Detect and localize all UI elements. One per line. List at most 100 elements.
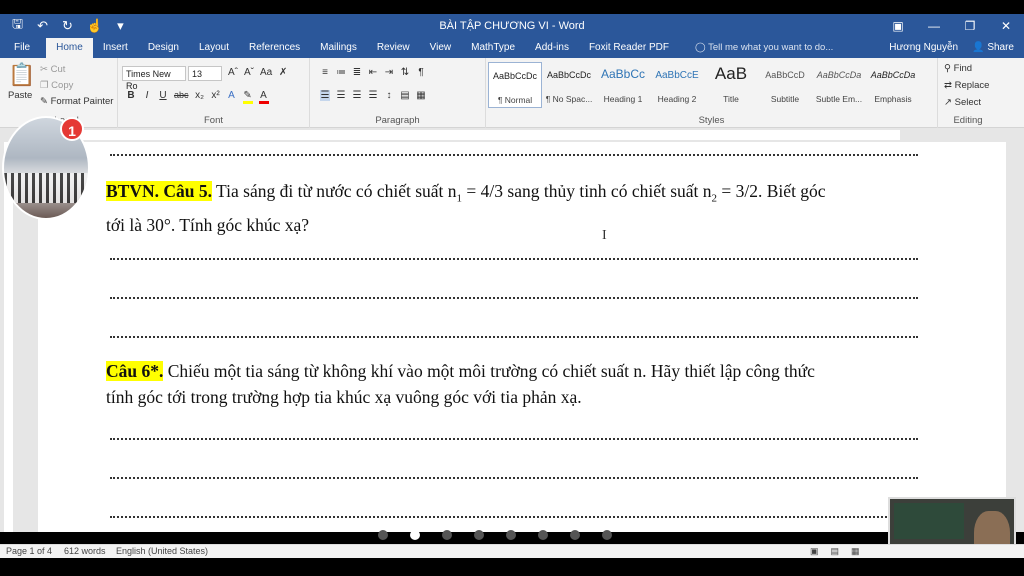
tab-file[interactable]: File (0, 38, 46, 58)
vertical-scrollbar[interactable] (1010, 142, 1024, 532)
tab-design[interactable]: Design (138, 38, 189, 58)
copy-button[interactable]: ❐ Copy (40, 80, 73, 91)
web-layout-icon[interactable]: ▦ (851, 546, 860, 557)
slide-dot[interactable] (538, 530, 548, 540)
clear-format-icon[interactable]: ✗ (278, 67, 288, 78)
format-painter-button[interactable]: ✎ Format Painter (40, 96, 113, 107)
page-count[interactable]: Page 1 of 4 (6, 546, 52, 556)
slide-dot[interactable] (602, 530, 612, 540)
slide-dot[interactable] (570, 530, 580, 540)
read-mode-icon[interactable]: ▣ (810, 546, 819, 557)
bold-button[interactable]: B (126, 90, 136, 104)
answer-line (110, 516, 918, 518)
minimize-icon[interactable]: — (916, 14, 952, 38)
font-name-select[interactable]: Times New Ro (122, 66, 186, 91)
ribbon-display-icon[interactable]: ▣ (880, 14, 916, 38)
slide-dot[interactable] (378, 530, 388, 540)
language[interactable]: English (United States) (116, 546, 208, 556)
style-heading-2[interactable]: AaBbCcE Heading 2 (650, 62, 704, 108)
increase-indent-icon[interactable]: ⇥ (384, 67, 394, 78)
change-case-icon[interactable]: Aa (260, 67, 272, 78)
style-preview: AaBbCcDa (816, 70, 862, 80)
find-button[interactable]: ⚲ Find (944, 63, 972, 74)
style-preview: AaB (714, 64, 748, 83)
document-page[interactable]: BTVN. Câu 5. Tia sáng đi từ nước có chiế… (38, 142, 1006, 532)
user-name[interactable]: Hương Nguyễn (889, 38, 958, 58)
bullets-icon[interactable]: ≡ (320, 67, 330, 78)
question-6-label: Câu 6*. (106, 361, 164, 381)
answer-line (110, 477, 918, 479)
line-spacing-icon[interactable]: ↕ (384, 90, 394, 101)
touch-mode-icon[interactable]: ☝ (87, 18, 103, 34)
horizontal-ruler[interactable] (0, 128, 1024, 142)
align-center-icon[interactable]: ☰ (336, 90, 346, 101)
tab-mailings[interactable]: Mailings (310, 38, 367, 58)
style-no-spacing[interactable]: AaBbCcDc ¶ No Spac... (542, 62, 596, 108)
paste-button[interactable]: Paste (8, 90, 32, 101)
style-subtitle[interactable]: AaBbCcD Subtitle (758, 62, 812, 108)
undo-icon[interactable]: ↶ (37, 18, 48, 34)
top-letterbox (0, 0, 1024, 14)
slide-dot[interactable] (474, 530, 484, 540)
answer-line (110, 258, 918, 260)
style-emphasis[interactable]: AaBbCcDa Emphasis (866, 62, 920, 108)
italic-button[interactable]: I (142, 90, 152, 104)
shading-icon[interactable]: ▤ (400, 90, 410, 101)
share-button[interactable]: 👤 Share (972, 38, 1014, 58)
grow-font-icon[interactable]: Aˆ (228, 67, 238, 78)
multilevel-list-icon[interactable]: ≣ (352, 67, 362, 78)
editing-label: Editing (953, 115, 983, 126)
restore-icon[interactable]: ❐ (952, 14, 988, 38)
justify-icon[interactable]: ☰ (368, 90, 378, 101)
save-icon[interactable]: 🖫 (12, 15, 23, 37)
font-size-select[interactable]: 13 (188, 66, 222, 81)
redo-icon[interactable]: ↻ (62, 18, 73, 34)
highlight-icon[interactable]: ✎ (242, 90, 253, 104)
tab-add-ins[interactable]: Add-ins (525, 38, 579, 58)
replace-button[interactable]: ⇄ Replace (944, 80, 989, 91)
print-layout-icon[interactable]: ▤ (831, 546, 840, 557)
underline-button[interactable]: U (158, 90, 168, 104)
decrease-indent-icon[interactable]: ⇤ (368, 67, 378, 78)
tab-references[interactable]: References (239, 38, 310, 58)
pilcrow-icon[interactable]: ¶ (416, 67, 426, 78)
tab-review[interactable]: Review (367, 38, 420, 58)
strikethrough-button[interactable]: abc (174, 90, 189, 104)
paste-icon[interactable]: 📋 (8, 62, 35, 88)
ribbon: 📋 Paste ✂ Cut ❐ Copy ✎ Format Painter Cl… (0, 58, 1024, 128)
style-normal[interactable]: AaBbCcDc ¶ Normal (488, 62, 542, 108)
select-icon: ↗ (944, 97, 952, 108)
tell-me-search[interactable]: ◯ Tell me what you want to do... (695, 38, 833, 58)
shrink-font-icon[interactable]: Aˇ (244, 67, 254, 78)
copy-icon: ❐ (40, 80, 49, 91)
tab-home[interactable]: Home (46, 38, 93, 58)
style-subtle-emphasis[interactable]: AaBbCcDa Subtle Em... (812, 62, 866, 108)
align-right-icon[interactable]: ☰ (352, 90, 362, 101)
tab-foxit[interactable]: Foxit Reader PDF (579, 38, 679, 58)
font-color-icon[interactable]: A (258, 90, 269, 104)
slide-dot-current[interactable] (410, 530, 420, 540)
text-effects-icon[interactable]: A (227, 90, 237, 104)
style-title[interactable]: AaB Title (704, 62, 758, 108)
tab-insert[interactable]: Insert (93, 38, 138, 58)
tab-mathtype[interactable]: MathType (461, 38, 525, 58)
style-heading-1[interactable]: AaBbCc Heading 1 (596, 62, 650, 108)
tab-layout[interactable]: Layout (189, 38, 239, 58)
align-left-icon[interactable]: ☰ (320, 90, 330, 101)
superscript-button[interactable]: x² (211, 90, 221, 104)
close-icon[interactable]: ✕ (988, 14, 1024, 38)
cut-button[interactable]: ✂ Cut (40, 64, 65, 75)
word-count[interactable]: 612 words (64, 546, 106, 556)
slide-dot[interactable] (442, 530, 452, 540)
slide-dot[interactable] (506, 530, 516, 540)
sort-icon[interactable]: ⇅ (400, 67, 410, 78)
text-cursor-icon: I (602, 228, 607, 243)
borders-icon[interactable]: ▦ (416, 90, 426, 101)
style-preview: AaBbCcD (765, 70, 805, 80)
select-button[interactable]: ↗ Select (944, 97, 981, 108)
customize-icon[interactable]: ▾ (117, 18, 124, 34)
tab-view[interactable]: View (420, 38, 462, 58)
style-preview: AaBbCcDc (546, 70, 591, 80)
numbering-icon[interactable]: ≔ (336, 67, 346, 78)
subscript-button[interactable]: x₂ (195, 90, 205, 104)
